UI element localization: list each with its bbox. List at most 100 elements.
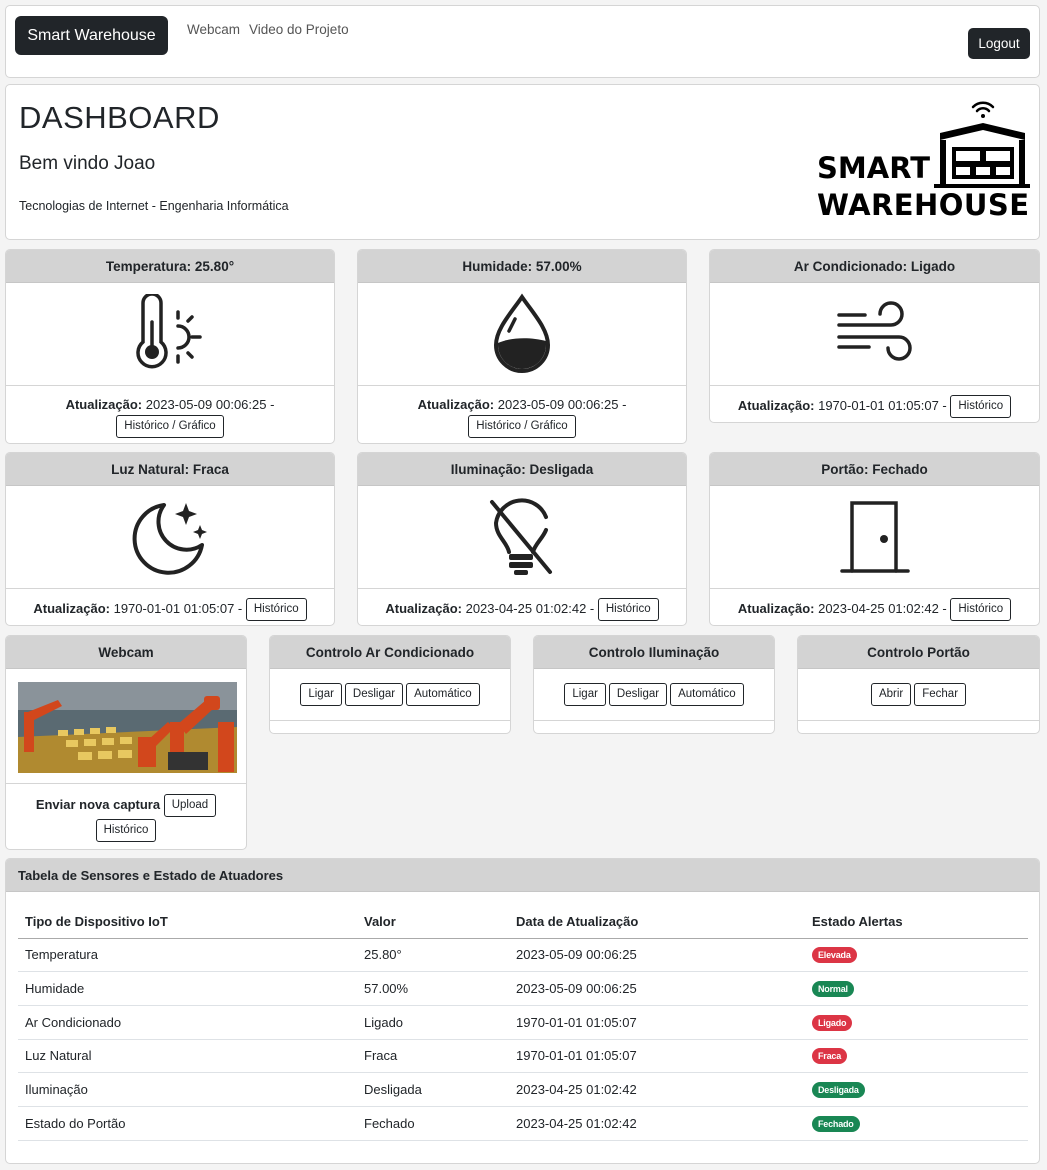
- value-cell: Desligada: [357, 1072, 509, 1107]
- lighting-card: Iluminação: Desligada Atualização: 2023-…: [357, 452, 687, 626]
- card-title: Portão: Fechado: [710, 453, 1039, 486]
- value-cell: Fraca: [357, 1039, 509, 1074]
- update-label: Atualização:: [65, 397, 143, 412]
- value-cell: 25.80°: [357, 938, 509, 973]
- update-label: Atualização:: [737, 397, 815, 413]
- date-cell: 2023-05-09 00:06:25: [509, 971, 805, 1006]
- natural-light-history-button[interactable]: Histórico: [245, 598, 307, 621]
- table-row: Humidade 57.00% 2023-05-09 00:06:25 Norm…: [18, 971, 1028, 1006]
- webcam-card: Webcam Enviar nova captura Upload Histór…: [5, 635, 247, 850]
- date-cell: 2023-04-25 01:02:42: [509, 1106, 805, 1141]
- upload-button[interactable]: Upload: [163, 794, 217, 818]
- ac-auto-button[interactable]: Automático: [406, 683, 480, 706]
- device-cell: Temperatura: [18, 938, 357, 973]
- page-title: DASHBOARD: [19, 100, 220, 135]
- status-badge: Elevada: [812, 947, 857, 964]
- navbar: Smart Warehouse Webcam Video do Projeto …: [5, 5, 1040, 78]
- card-title: Webcam: [6, 636, 246, 669]
- card-title: Controlo Portão: [798, 636, 1039, 669]
- status-badge: Ligado: [812, 1014, 853, 1031]
- update-label: Atualização:: [417, 397, 495, 412]
- update-time: 2023-04-25 01:02:42 -: [465, 600, 595, 616]
- ac-control-card: Controlo Ar Condicionado Ligar Desligar …: [269, 635, 511, 734]
- update-time: 1970-01-01 01:05:07 -: [113, 600, 243, 616]
- date-cell: 2023-04-25 01:02:42: [509, 1072, 805, 1107]
- light-on-button[interactable]: Ligar: [564, 683, 606, 706]
- temperature-card: Temperatura: 25.80° Atualização: 2023-05…: [5, 249, 335, 444]
- device-cell: Ar Condicionado: [18, 1005, 357, 1040]
- sensors-table-card: Tabela de Sensores e Estado de Atuadores…: [5, 858, 1040, 1164]
- card-title: Luz Natural: Fraca: [6, 453, 334, 486]
- table-title: Tabela de Sensores e Estado de Atuadores: [6, 859, 1039, 892]
- column-header: Tipo de Dispositivo IoT: [18, 906, 357, 939]
- value-cell: Fechado: [357, 1106, 509, 1141]
- thermometer-sun-icon: [136, 294, 202, 369]
- gate-close-button[interactable]: Fechar: [914, 683, 967, 706]
- dashboard-header: DASHBOARD Bem vindo Joao Tecnologias de …: [5, 84, 1040, 240]
- device-cell: Estado do Portão: [18, 1106, 357, 1141]
- ac-off-button[interactable]: Desligar: [344, 683, 404, 706]
- nav-link-video[interactable]: Video do Projeto: [249, 22, 349, 37]
- update-label: Atualização:: [737, 600, 815, 616]
- lighting-history-button[interactable]: Histórico: [597, 598, 659, 621]
- column-header: Valor: [357, 906, 509, 939]
- table-header-row: Tipo de Dispositivo IoT Valor Data de At…: [18, 906, 1028, 939]
- table-row: Temperatura 25.80° 2023-05-09 00:06:25 E…: [18, 938, 1028, 973]
- webcam-history-button[interactable]: Histórico: [95, 819, 157, 843]
- humidity-history-button[interactable]: Histórico / Gráfico: [468, 415, 576, 438]
- status-badge: Fechado: [812, 1115, 860, 1132]
- ac-on-button[interactable]: Ligar: [300, 683, 342, 706]
- sensors-table: Tipo de Dispositivo IoT Valor Data de At…: [18, 906, 1028, 1141]
- humidity-card: Humidade: 57.00% Atualização: 2023-05-09…: [357, 249, 687, 444]
- column-header: Estado Alertas: [805, 906, 1028, 939]
- natural-light-card: Luz Natural: Fraca Atualização: 1970-01-…: [5, 452, 335, 626]
- date-cell: 1970-01-01 01:05:07: [509, 1005, 805, 1040]
- ac-history-button[interactable]: Histórico: [950, 395, 1012, 418]
- status-badge: Desligada: [812, 1082, 865, 1099]
- logo-text-smart: SMART: [817, 151, 930, 185]
- update-label: Atualização:: [385, 600, 462, 616]
- card-title: Iluminação: Desligada: [358, 453, 686, 486]
- nav-link-webcam[interactable]: Webcam: [187, 22, 240, 37]
- gate-control-card: Controlo Portão Abrir Fechar: [797, 635, 1040, 734]
- logout-button[interactable]: Logout: [968, 28, 1030, 59]
- value-cell: Ligado: [357, 1005, 509, 1040]
- card-title: Ar Condicionado: Ligado: [710, 250, 1039, 283]
- table-row: Estado do Portão Fechado 2023-04-25 01:0…: [18, 1106, 1028, 1141]
- table-row: Iluminação Desligada 2023-04-25 01:02:42…: [18, 1072, 1028, 1107]
- wind-icon: [836, 301, 912, 361]
- device-cell: Iluminação: [18, 1072, 357, 1107]
- lightbulb-off-icon: [490, 498, 552, 575]
- light-auto-button[interactable]: Automático: [670, 683, 744, 706]
- table-row: Luz Natural Fraca 1970-01-01 01:05:07 Fr…: [18, 1039, 1028, 1074]
- device-cell: Humidade: [18, 971, 357, 1006]
- value-cell: 57.00%: [357, 971, 509, 1006]
- send-capture-label: Enviar nova captura: [35, 797, 161, 812]
- card-title: Humidade: 57.00%: [358, 250, 686, 283]
- light-off-button[interactable]: Desligar: [608, 683, 668, 706]
- update-time: 2023-05-09 00:06:25 -: [497, 397, 627, 412]
- date-cell: 2023-05-09 00:06:25: [509, 938, 805, 973]
- webcam-capture-image[interactable]: [18, 682, 237, 773]
- moon-stars-icon: [132, 503, 207, 575]
- gate-history-button[interactable]: Histórico: [950, 598, 1012, 621]
- air-conditioning-card: Ar Condicionado: Ligado Atualização: 197…: [709, 249, 1040, 423]
- temperature-history-button[interactable]: Histórico / Gráfico: [116, 415, 224, 438]
- welcome-text: Bem vindo Joao: [19, 153, 156, 174]
- update-label: Atualização:: [33, 600, 110, 616]
- card-title: Temperatura: 25.80°: [6, 250, 334, 283]
- brand-link[interactable]: Smart Warehouse: [15, 16, 168, 55]
- water-drop-icon: [493, 293, 551, 373]
- gate-open-button[interactable]: Abrir: [870, 683, 912, 706]
- update-time: 2023-05-09 00:06:25 -: [145, 397, 275, 412]
- status-badge: Normal: [812, 981, 854, 998]
- card-title: Controlo Ar Condicionado: [270, 636, 510, 669]
- update-time: 2023-04-25 01:02:42 -: [818, 600, 947, 616]
- device-cell: Luz Natural: [18, 1039, 357, 1074]
- date-cell: 1970-01-01 01:05:07: [509, 1039, 805, 1074]
- gate-card: Portão: Fechado Atualização: 2023-04-25 …: [709, 452, 1040, 626]
- course-subtitle: Tecnologias de Internet - Engenharia Inf…: [19, 199, 289, 213]
- smart-warehouse-logo: SMART WAREHOUSE: [817, 101, 1030, 221]
- column-header: Data de Atualização: [509, 906, 805, 939]
- lighting-control-card: Controlo Iluminação Ligar Desligar Autom…: [533, 635, 775, 734]
